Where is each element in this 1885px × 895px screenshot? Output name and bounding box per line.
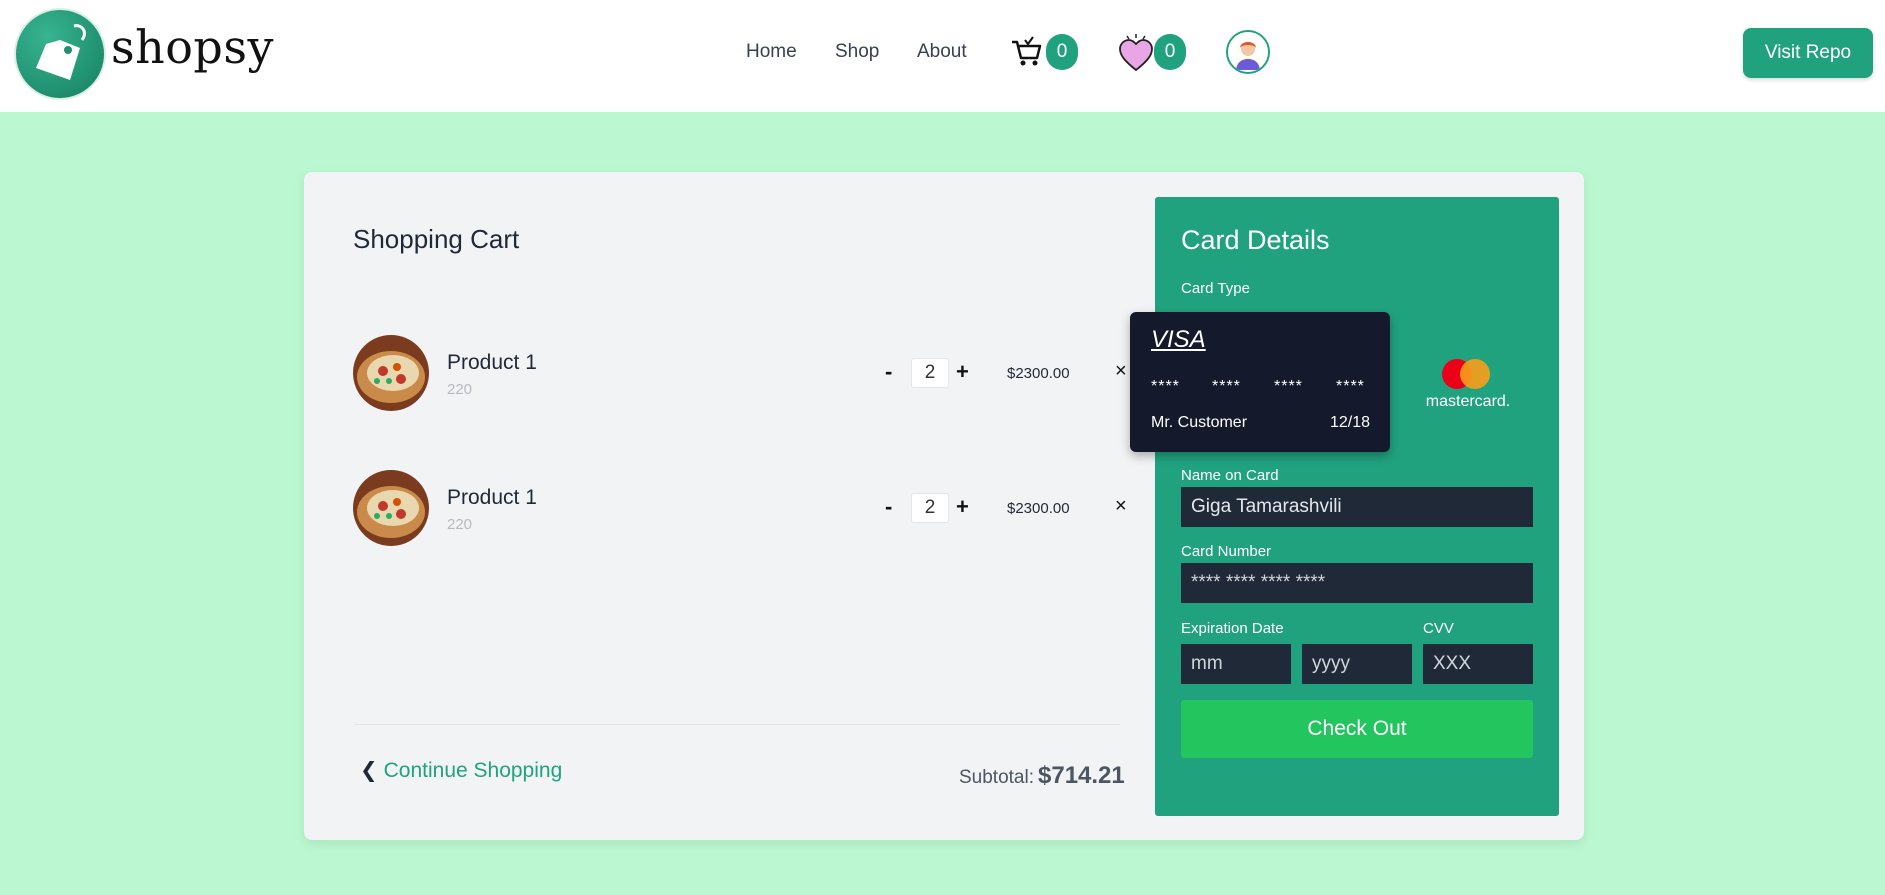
cart-count-badge: 0 xyxy=(1046,34,1078,70)
card-number-group: **** xyxy=(1274,378,1303,395)
cvv-label: CVV xyxy=(1423,620,1454,637)
mastercard-label: mastercard. xyxy=(1425,393,1511,410)
decrease-quantity-button[interactable]: - xyxy=(885,494,892,520)
card-expiry: 12/18 xyxy=(1330,414,1371,431)
quantity-input[interactable] xyxy=(911,358,949,388)
card-details-panel: Card Details Card Type mastercard. Name … xyxy=(1155,197,1559,816)
subtotal: Subtotal: $714.21 xyxy=(959,762,1125,790)
product-image xyxy=(353,335,429,411)
cart-title: Shopping Cart xyxy=(353,224,520,254)
brand-name[interactable]: shopsy xyxy=(111,20,274,74)
cart-icon xyxy=(1012,36,1042,66)
remove-item-button[interactable]: × xyxy=(1115,360,1127,383)
product-subtext: 220 xyxy=(447,381,473,398)
card-details-title: Card Details xyxy=(1181,225,1330,255)
product-name: Product 1 xyxy=(447,351,537,374)
logo-icon[interactable] xyxy=(14,8,106,100)
user-avatar-icon xyxy=(1228,32,1268,72)
card-number-group: **** xyxy=(1151,378,1180,395)
increase-quantity-button[interactable]: + xyxy=(956,359,969,385)
nav-home-link[interactable]: Home xyxy=(746,41,797,63)
subtotal-label: Subtotal: xyxy=(959,767,1034,788)
quantity-input[interactable] xyxy=(911,493,949,523)
decrease-quantity-button[interactable]: - xyxy=(885,359,892,385)
checkout-panel: Shopping Cart Product 1 220 - + $2300.00… xyxy=(304,172,1584,840)
name-on-card-input[interactable] xyxy=(1181,487,1533,527)
visit-repo-button[interactable]: Visit Repo xyxy=(1743,28,1873,78)
cart-item: Product 1 220 - + $2300.00 × xyxy=(353,470,1133,548)
card-type-label: Card Type xyxy=(1181,280,1250,297)
card-number-group: **** xyxy=(1212,378,1241,395)
checkout-button[interactable]: Check Out xyxy=(1181,700,1533,758)
name-on-card-label: Name on Card xyxy=(1181,467,1279,484)
product-image xyxy=(353,470,429,546)
product-subtext: 220 xyxy=(447,516,473,533)
wishlist-count-badge: 0 xyxy=(1154,34,1186,70)
continue-shopping-link[interactable]: ❮ Continue Shopping xyxy=(360,758,562,783)
card-number-label: Card Number xyxy=(1181,543,1272,560)
expiry-year-input[interactable] xyxy=(1302,644,1412,684)
cart-item: Product 1 220 - + $2300.00 × xyxy=(353,335,1133,413)
divider xyxy=(354,724,1120,725)
increase-quantity-button[interactable]: + xyxy=(956,494,969,520)
chevron-left-icon: ❮ xyxy=(360,759,378,782)
product-price: $2300.00 xyxy=(1007,365,1070,382)
wishlist-button[interactable]: 0 xyxy=(1118,34,1186,79)
continue-shopping-label: Continue Shopping xyxy=(383,759,563,782)
card-number-input[interactable] xyxy=(1181,563,1533,603)
top-navbar: shopsy Home Shop About 0 0 Visit Repo xyxy=(0,0,1885,112)
remove-item-button[interactable]: × xyxy=(1115,495,1127,518)
subtotal-value: $714.21 xyxy=(1038,762,1125,789)
visa-logo: VISA xyxy=(1151,326,1206,353)
expiration-date-label: Expiration Date xyxy=(1181,620,1284,637)
nav-about-link[interactable]: About xyxy=(917,41,967,63)
cart-button[interactable]: 0 xyxy=(1010,34,1078,73)
visa-card-option[interactable]: VISA **** **** **** **** Mr. Customer 12… xyxy=(1130,312,1390,452)
card-number-group: **** xyxy=(1336,378,1365,395)
cvv-input[interactable] xyxy=(1423,644,1533,684)
product-name: Product 1 xyxy=(447,486,537,509)
card-holder-name: Mr. Customer xyxy=(1151,414,1248,431)
product-price: $2300.00 xyxy=(1007,500,1070,517)
heart-icon xyxy=(1119,34,1153,72)
nav-shop-link[interactable]: Shop xyxy=(835,41,879,63)
user-avatar[interactable] xyxy=(1226,30,1270,74)
expiry-month-input[interactable] xyxy=(1181,644,1291,684)
mastercard-option[interactable]: mastercard. xyxy=(1423,359,1513,419)
